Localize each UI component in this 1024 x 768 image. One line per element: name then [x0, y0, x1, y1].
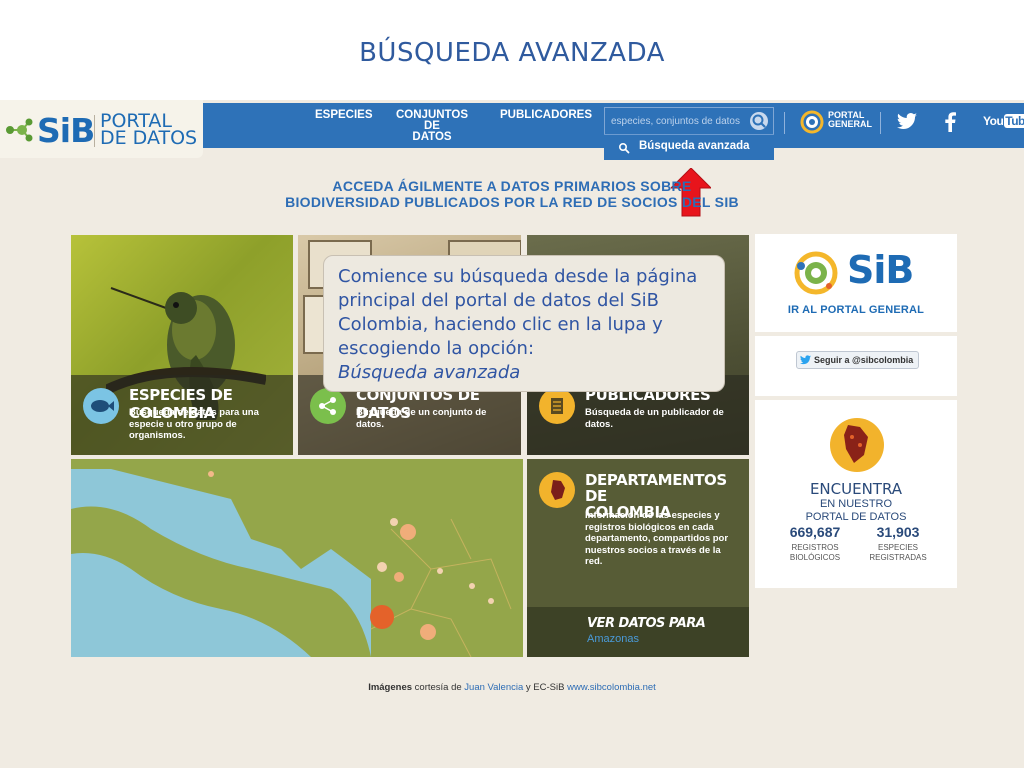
portal-datos-text: PORTAL DE DATOS: [805, 511, 907, 523]
tile-departamentos-title-line1: DEPARTAMENTOS DE: [585, 471, 727, 505]
logo-sib-text: SiB: [37, 111, 95, 150]
ir-portal-general-link[interactable]: IR AL PORTAL GENERAL: [755, 304, 957, 316]
tile-publicadores-desc: Búsqueda de un publicador de datos.: [585, 407, 724, 430]
search-box: [604, 107, 774, 135]
sidebar-sib-panel[interactable]: SiB IR AL PORTAL GENERAL: [755, 234, 957, 332]
twitter-icon: [800, 355, 811, 365]
youtube-label-tube: Tube: [1004, 114, 1024, 128]
sidebar-twitter-panel: Seguir a @sibcolombia: [755, 336, 957, 396]
encuentra-text: ENCUENTRA: [809, 480, 903, 498]
search-input[interactable]: [605, 108, 745, 134]
map-marker[interactable]: [400, 524, 416, 540]
nav-conjuntos-de-datos[interactable]: CONJUNTOS DE DATOS: [390, 109, 474, 143]
credit-text1: cortesía de: [412, 682, 465, 693]
youtube-label-you: You: [983, 114, 1004, 128]
logo-portal-text: PORTAL DE DATOS: [100, 112, 198, 149]
sib-portal-icon: [800, 110, 824, 134]
especies-label-2: REGISTRADAS: [869, 553, 927, 562]
twitter-follow-button[interactable]: Seguir a @sibcolombia: [796, 351, 919, 369]
map-marker[interactable]: [420, 624, 436, 640]
instruction-callout: Comience su búsqueda desde la página pri…: [323, 255, 725, 392]
youtube-icon[interactable]: YouTube: [983, 114, 1024, 128]
credit-link-juan[interactable]: Juan Valencia: [464, 682, 523, 693]
callout-text: Comience su búsqueda desde la página pri…: [338, 266, 698, 359]
sib-logo-icon: [794, 251, 838, 295]
fish-icon: [91, 400, 114, 412]
site-logo[interactable]: SiB PORTAL DE DATOS: [0, 100, 203, 158]
search-icon: [618, 142, 630, 154]
map-marker[interactable]: [469, 583, 475, 589]
tile-departamentos-desc: Información de las especies y registros …: [585, 510, 729, 567]
map-marker[interactable]: [208, 471, 214, 477]
portal-general-line2: GENERAL: [828, 119, 873, 129]
registros-label-2: BIOLÓGICOS: [789, 553, 841, 562]
map-marker[interactable]: [390, 518, 398, 526]
dataset-icon: [310, 388, 346, 424]
sidebar-sib-text: SiB: [847, 248, 914, 292]
colombia-map: [71, 459, 523, 657]
nav-divider: [880, 112, 881, 134]
credit-link-sib[interactable]: www.sibcolombia.net: [567, 682, 656, 693]
ver-datos-label[interactable]: VER DATOS PARA: [587, 616, 706, 631]
map-marker[interactable]: [394, 572, 404, 582]
en-nuestro-text: EN NUESTRO: [819, 498, 893, 510]
sidebar-stats-panel: ENCUENTRA EN NUESTRO PORTAL DE DATOS 669…: [755, 400, 957, 588]
map-marker[interactable]: [370, 605, 394, 629]
map-tile[interactable]: [71, 459, 523, 657]
registros-count: 669,687: [789, 524, 841, 540]
tile-departamentos[interactable]: DEPARTAMENTOS DE COLOMBIA Información de…: [527, 459, 749, 657]
document-icon: [551, 398, 563, 414]
nav-especies[interactable]: ESPECIES: [315, 109, 373, 121]
map-marker[interactable]: [488, 598, 494, 604]
logo-divider: [94, 115, 95, 147]
search-button[interactable]: [750, 112, 768, 130]
publisher-icon: [539, 388, 575, 424]
twitter-icon[interactable]: [897, 113, 917, 130]
credit-bold: Imágenes: [368, 682, 413, 693]
sib-network-icon: [6, 118, 33, 142]
region-link[interactable]: Amazonas: [587, 633, 639, 645]
facebook-icon[interactable]: [944, 112, 956, 132]
colombia-shape-icon: [551, 480, 565, 500]
advanced-search-option[interactable]: Búsqueda avanzada: [604, 134, 774, 160]
nav-divider: [784, 112, 785, 134]
nav-conjuntos-line2: DATOS: [412, 131, 452, 143]
portal-general-link[interactable]: PORTAL GENERAL: [828, 111, 872, 129]
portal-screenshot: SiB PORTAL DE DATOS ESPECIES CONJUNTOS D…: [0, 100, 1024, 768]
colombia-map-icon: [830, 418, 884, 472]
map-marker[interactable]: [437, 568, 443, 574]
headline-line1: ACCEDA ÁGILMENTE A DATOS PRIMARIOS SOBRE: [332, 178, 692, 194]
callout-emphasis: Búsqueda avanzada: [338, 362, 521, 383]
portal-headline: ACCEDA ÁGILMENTE A DATOS PRIMARIOS SOBRE…: [0, 178, 1024, 210]
twitter-follow-label: Seguir a @sibcolombia: [814, 355, 914, 365]
headline-line2: BIODIVERSIDAD PUBLICADOS POR LA RED DE S…: [285, 194, 739, 210]
slide-title: BÚSQUEDA AVANZADA: [359, 38, 665, 68]
especies-count: 31,903: [876, 524, 920, 540]
map-marker[interactable]: [377, 562, 387, 572]
tile-especies[interactable]: ESPECIES DE COLOMBIA Búsqueda de datos p…: [71, 235, 293, 455]
network-icon: [319, 397, 336, 415]
registros-label-1: REGISTROS: [791, 543, 839, 552]
nav-publicadores[interactable]: PUBLICADORES: [500, 109, 592, 121]
credit-text2: y EC-SiB: [523, 682, 568, 693]
image-credits: Imágenes cortesía de Juan Valencia y EC-…: [0, 682, 1024, 693]
logo-portal-line2: DE DATOS: [100, 127, 198, 149]
search-icon: [752, 114, 766, 128]
advanced-search-label: Búsqueda avanzada: [639, 140, 750, 152]
tile-conjuntos-desc: Búsqueda de un conjunto de datos.: [356, 407, 487, 430]
departments-icon: [539, 472, 575, 508]
tile-especies-desc: Búsqueda de datos para una especie u otr…: [129, 407, 259, 441]
species-icon: [83, 388, 119, 424]
especies-label-1: ESPECIES: [877, 543, 918, 552]
nav-conjuntos-line1: CONJUNTOS DE: [396, 109, 468, 132]
